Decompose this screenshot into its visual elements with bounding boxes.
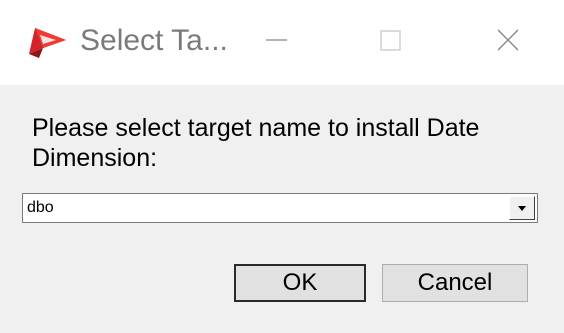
chevron-down-icon [518,206,526,211]
select-target-dialog: Select Ta... Please select target name t… [0,0,564,333]
prompt-label: Please select target name to install Dat… [32,114,480,172]
dropdown-button[interactable] [509,196,535,220]
cancel-button[interactable]: Cancel [382,264,528,302]
target-name-select[interactable]: dbo [22,193,538,223]
close-icon [497,29,519,51]
minimize-button[interactable] [240,0,314,85]
ok-button[interactable]: OK [234,264,366,302]
minimize-icon [266,39,287,41]
maximize-icon [380,30,401,51]
title-bar[interactable]: Select Ta... [0,0,564,85]
close-button[interactable] [472,0,546,85]
window-title: Select Ta... [80,24,228,57]
target-name-value: dbo [27,199,54,216]
app-logo-icon [26,24,70,60]
maximize-button[interactable] [354,0,428,85]
